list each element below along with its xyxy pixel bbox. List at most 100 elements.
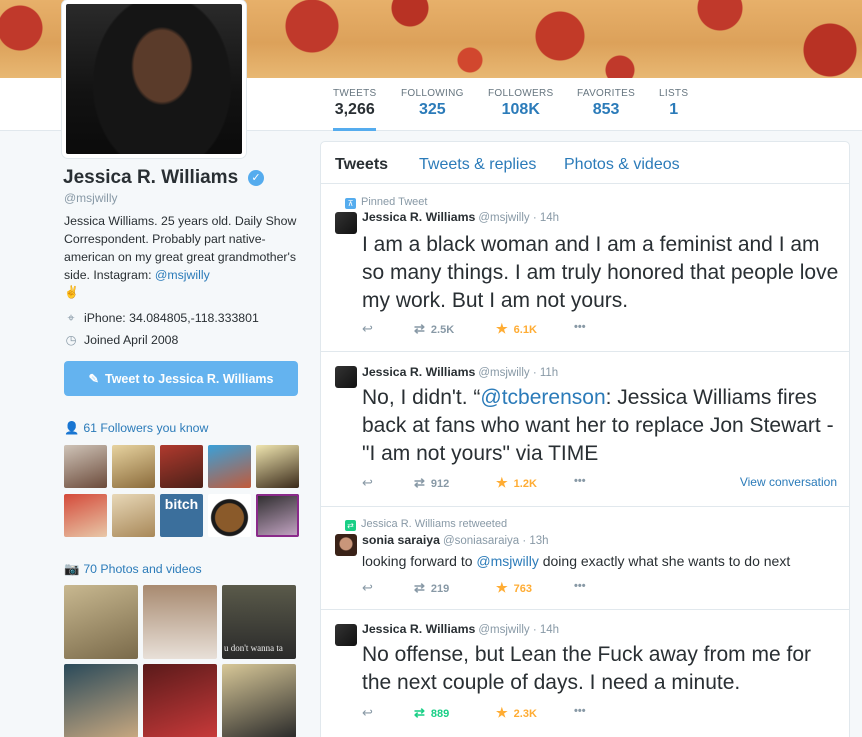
photos-videos-link[interactable]: 📷 70 Photos and videos [64, 562, 202, 577]
favorite-button[interactable]: ★ 2.3K [496, 705, 537, 721]
followers-grid: bitch [64, 445, 299, 537]
photo-thumbnail[interactable] [143, 585, 217, 659]
follower-avatar[interactable]: bitch [160, 494, 203, 537]
tweet-to-button[interactable]: ✎ Tweet to Jessica R. Williams [64, 361, 298, 396]
favorite-button[interactable]: ★ 763 [496, 580, 532, 596]
tweet-avatar[interactable] [335, 212, 357, 234]
photo-thumbnail[interactable]: u don't wanna ta [222, 585, 296, 659]
stat-followers[interactable]: Followers 108K [488, 88, 554, 119]
tweet[interactable]: ⊼ Pinned Tweet Jessica R. Williams @msjwil… [321, 185, 849, 352]
profile-name[interactable]: Jessica R. Williams [63, 167, 238, 189]
favorite-count: 2.3K [513, 708, 537, 720]
follower-avatar[interactable] [208, 494, 251, 537]
mention-link[interactable]: @tcberenson [480, 386, 605, 409]
author-handle: @soniasaraiya · 13h [442, 535, 549, 547]
tab-tweets[interactable]: Tweets [335, 156, 388, 174]
favorite-button[interactable]: ★ 6.1K [496, 321, 537, 337]
stat-value: 3,266 [334, 101, 375, 118]
location-text: iPhone: 34.084805,-118.333801 [84, 311, 259, 325]
author-handle: @msjwilly · 14h [478, 624, 560, 636]
retweet-button[interactable]: ⇄ 219 [414, 580, 449, 596]
reply-button[interactable]: ↩ [362, 705, 379, 721]
view-conversation-link[interactable]: View conversation [740, 475, 837, 489]
stat-following[interactable]: Following 325 [401, 88, 464, 119]
location-pin-icon: ⌖ [67, 311, 75, 325]
favorite-button[interactable]: ★ 1.2K [496, 475, 537, 491]
bio-emoji: ✌ [64, 285, 79, 299]
star-icon: ★ [496, 321, 508, 336]
stat-favorites[interactable]: Favorites 853 [577, 88, 635, 119]
stat-value: 1 [669, 101, 679, 118]
retweet-icon: ⇄ [414, 475, 425, 490]
tweet[interactable]: ⇄ Jessica R. Williams retweeted sonia sar… [321, 507, 849, 610]
reply-button[interactable]: ↩ [362, 321, 379, 337]
mention-link[interactable]: @msjwilly [476, 553, 538, 569]
profile-avatar[interactable] [62, 0, 246, 158]
stat-label: Following [401, 88, 464, 99]
photo-thumbnail[interactable] [143, 664, 217, 737]
favorite-count: 1.2K [513, 478, 537, 490]
favorite-count: 763 [513, 583, 533, 595]
tweet-author[interactable]: Jessica R. Williams @msjwilly · 11h [362, 365, 558, 379]
tab-photos-videos[interactable]: Photos & videos [564, 156, 680, 174]
favorite-count: 6.1K [513, 324, 537, 336]
tweet-author[interactable]: sonia saraiya @soniasaraiya · 13h [362, 533, 549, 547]
stat-label: Lists [659, 88, 689, 99]
follower-avatar[interactable] [208, 445, 251, 488]
photo-thumbnail[interactable] [222, 664, 296, 737]
retweet-icon: ⇄ [414, 705, 425, 720]
avatar-image [66, 4, 242, 154]
profile-bio: Jessica Williams. 25 years old. Daily Sh… [64, 212, 304, 284]
profile-handle[interactable]: @msjwilly [64, 191, 118, 205]
verified-badge-icon: ✓ [248, 170, 264, 186]
tweet-avatar[interactable] [335, 366, 357, 388]
stat-lists[interactable]: Lists 1 [659, 88, 688, 119]
bio-instagram-link[interactable]: @msjwilly [155, 268, 210, 282]
photo-thumbnail[interactable] [64, 664, 138, 737]
follower-avatar[interactable] [256, 494, 299, 537]
stat-value: 325 [419, 101, 446, 118]
join-date-text: Joined April 2008 [84, 333, 179, 347]
follower-avatar[interactable] [64, 494, 107, 537]
star-icon: ★ [496, 705, 508, 720]
tweet-avatar[interactable] [335, 534, 357, 556]
more-button[interactable]: ••• [574, 580, 586, 592]
reply-button[interactable]: ↩ [362, 580, 379, 596]
follower-avatar[interactable] [112, 494, 155, 537]
retweet-button[interactable]: ⇄ 889 [414, 705, 449, 721]
reply-icon: ↩ [362, 475, 373, 490]
tweet-author[interactable]: Jessica R. Williams @msjwilly · 14h [362, 210, 559, 224]
followers-you-know-link[interactable]: 👤 61 Followers you know [64, 421, 208, 436]
retweet-button[interactable]: ⇄ 912 [414, 475, 449, 491]
stat-tweets[interactable]: Tweets 3,266 [333, 88, 377, 131]
stat-label: Tweets [333, 88, 377, 99]
more-button[interactable]: ••• [574, 321, 586, 333]
tweet[interactable]: Jessica R. Williams @msjwilly · 14h No of… [321, 610, 849, 737]
tweet-context: ⊼ Pinned Tweet [345, 196, 427, 209]
timeline-tabs: Tweets Tweets & replies Photos & videos [321, 142, 849, 184]
tweet-author[interactable]: Jessica R. Williams @msjwilly · 14h [362, 622, 559, 636]
author-handle: @msjwilly · 11h [478, 367, 559, 379]
context-text: Jessica R. Williams retweeted [361, 518, 508, 530]
tab-tweets-replies[interactable]: Tweets & replies [419, 156, 536, 174]
more-button[interactable]: ••• [574, 475, 586, 487]
more-icon: ••• [574, 321, 586, 333]
star-icon: ★ [496, 580, 508, 595]
photo-thumbnail[interactable] [64, 585, 138, 659]
profile-join-date: ◷ Joined April 2008 [64, 333, 179, 347]
pin-icon: ⊼ [345, 198, 356, 209]
more-button[interactable]: ••• [574, 705, 586, 717]
follower-avatar[interactable] [256, 445, 299, 488]
retweet-count: 2.5K [430, 324, 455, 336]
follower-avatar[interactable] [112, 445, 155, 488]
tweet-avatar[interactable] [335, 624, 357, 646]
person-icon: 👤 [64, 421, 80, 435]
reply-button[interactable]: ↩ [362, 475, 379, 491]
follower-avatar[interactable] [64, 445, 107, 488]
tweet[interactable]: Jessica R. Williams @msjwilly · 11h No, I… [321, 352, 849, 507]
follower-avatar[interactable] [160, 445, 203, 488]
retweet-icon: ⇄ [345, 520, 356, 531]
retweet-count: 912 [430, 478, 450, 490]
retweet-button[interactable]: ⇄ 2.5K [414, 321, 454, 337]
tweet-text: No offense, but Lean the Fuck away from … [362, 643, 812, 694]
